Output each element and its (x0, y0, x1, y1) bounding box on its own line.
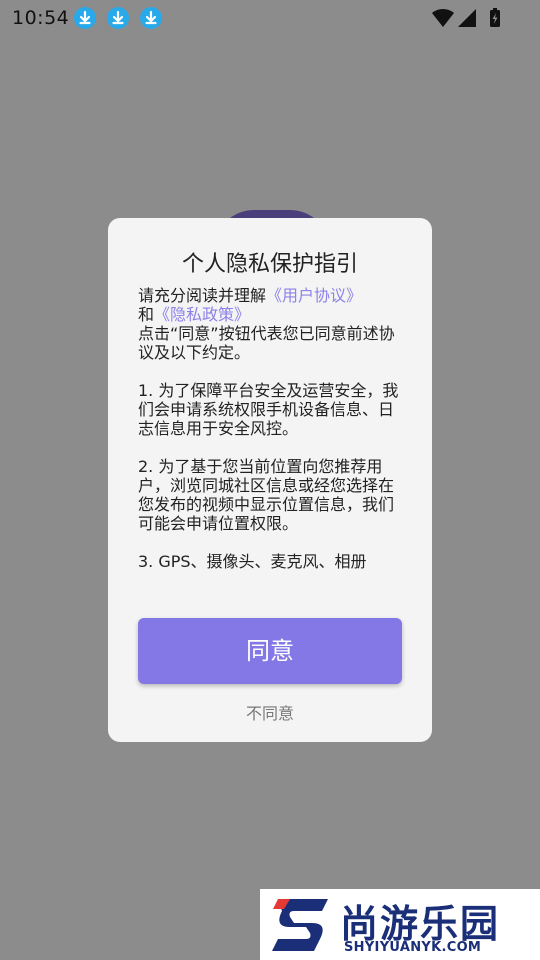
intro-suffix: 点击“同意”按钮代表您已同意前述协议及以下约定。 (138, 324, 395, 362)
status-time: 10:54 (12, 7, 70, 29)
dialog-title: 个人隐私保护指引 (181, 252, 358, 277)
battery-icon (490, 8, 500, 27)
system-status-icons (432, 8, 500, 27)
privacy-dialog: 个人隐私保护指引 请充分阅读并理解《用户协议》 和《隐私政策》 点击“同意”按钮… (108, 218, 432, 742)
download-icon (140, 7, 162, 29)
download-icon (74, 7, 96, 29)
intro-and: 和 (138, 305, 155, 324)
terms-item-1: 1. 为了保障平台安全及运营安全，我们会申请系统权限手机设备信息、日志信息用于安… (138, 381, 399, 438)
user-agreement-link[interactable]: 《用户协议》 (266, 286, 362, 305)
intro-paragraph: 请充分阅读并理解《用户协议》 和《隐私政策》 点击“同意”按钮代表您已同意前述协… (138, 286, 400, 362)
privacy-policy-link[interactable]: 《隐私政策》 (154, 305, 250, 324)
status-bar: 10:54 (0, 0, 540, 36)
disagree-button[interactable]: 不同意 (108, 700, 432, 724)
dialog-content-scroll[interactable]: 请充分阅读并理解《用户协议》 和《隐私政策》 点击“同意”按钮代表您已同意前述协… (138, 286, 400, 596)
watermark-url: SHYIYUANYK.COM (344, 940, 482, 955)
terms-item-2: 2. 为了基于您当前位置向您推荐用户，浏览同城社区信息或经您选择在您发布的视频中… (138, 457, 395, 533)
terms-item-3: 3. GPS、摄像头、麦克风、相册 (138, 552, 367, 571)
intro-prefix: 请充分阅读并理解 (138, 286, 267, 305)
download-icon (107, 7, 129, 29)
signal-icon (458, 9, 476, 27)
agree-button[interactable]: 同意 (138, 618, 402, 684)
watermark: 尚游乐园 SHYIYUANYK.COM (260, 889, 540, 960)
watermark-logo-icon (272, 899, 328, 951)
wifi-icon (432, 8, 454, 27)
